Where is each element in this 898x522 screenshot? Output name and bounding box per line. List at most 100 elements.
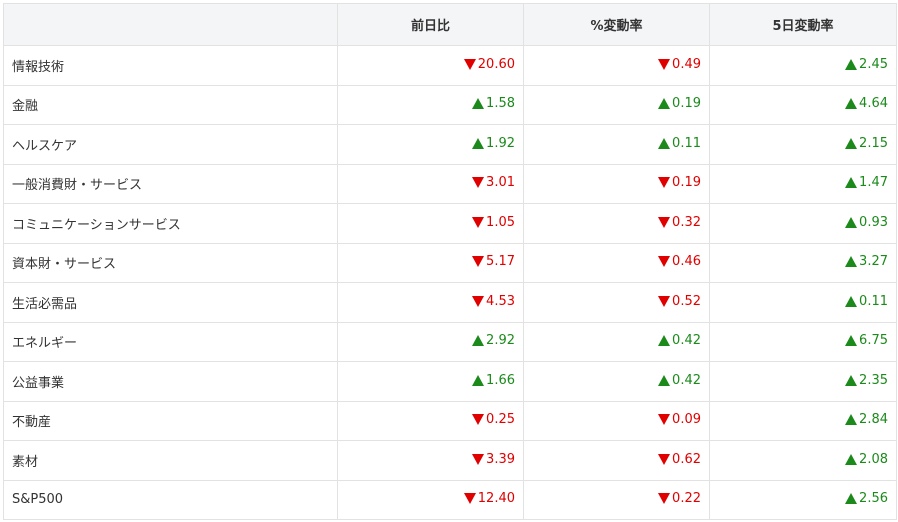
triangle-down-icon (658, 493, 671, 505)
triangle-up-icon (472, 374, 485, 386)
five-day-change-cell: 2.45 (709, 45, 897, 86)
change-number: 2.56 (859, 491, 888, 507)
table-body: 情報技術 20.60 0.49 2.45 金融 1.58 0.19 4.64 ヘルスケア 1.92… (3, 45, 897, 520)
triangle-up-icon (472, 98, 485, 110)
change-value: 3.39 (472, 452, 515, 467)
day-change-cell: 0.25 (337, 400, 524, 441)
change-value: 20.60 (463, 56, 515, 72)
header-row: 前日比 %変動率 5日変動率 (3, 3, 897, 46)
change-value: 1.92 (472, 136, 515, 151)
day-change-cell: 3.01 (337, 163, 524, 204)
change-value: 0.09 (658, 412, 701, 427)
change-value: 5.17 (472, 254, 515, 269)
five-day-change-cell: 3.27 (709, 242, 897, 283)
change-value: 2.08 (845, 452, 888, 467)
change-value: 0.11 (658, 136, 701, 151)
day-change-cell: 1.66 (337, 361, 524, 402)
change-number: 1.58 (486, 96, 515, 112)
day-change-cell: 12.40 (337, 479, 524, 520)
change-value: 0.19 (658, 175, 701, 190)
change-number: 0.19 (672, 175, 701, 191)
change-value: 2.56 (845, 491, 888, 506)
triangle-up-icon (658, 137, 671, 149)
change-value: 2.45 (845, 57, 888, 72)
table-row: ヘルスケア 1.92 0.11 2.15 (3, 124, 897, 165)
five-day-change-cell: 6.75 (709, 321, 897, 362)
triangle-up-icon (658, 335, 671, 347)
day-change-cell: 2.92 (337, 321, 524, 362)
change-number: 0.11 (859, 293, 888, 309)
five-day-change-cell: 0.93 (709, 203, 897, 244)
triangle-down-icon (472, 216, 485, 228)
five-day-change-cell: 2.08 (709, 440, 897, 481)
triangle-up-icon (845, 295, 858, 307)
day-change-cell: 5.17 (337, 242, 524, 283)
percent-change-cell: 0.42 (523, 361, 710, 402)
change-value: 3.27 (845, 254, 888, 269)
triangle-down-icon (658, 177, 671, 189)
sector-name: 金融 (3, 84, 338, 125)
change-value: 0.11 (845, 294, 888, 309)
sector-name: 素材 (3, 440, 338, 481)
change-number: 5.17 (486, 254, 515, 270)
triangle-up-icon (845, 493, 858, 505)
change-number: 2.92 (486, 333, 515, 349)
percent-change-cell: 0.09 (523, 400, 710, 441)
change-value: 2.84 (845, 412, 888, 427)
percent-change-cell: 0.52 (523, 282, 710, 323)
sector-name: 公益事業 (3, 361, 338, 402)
change-number: 0.22 (672, 491, 701, 507)
triangle-down-icon (463, 58, 476, 70)
table-row: 情報技術 20.60 0.49 2.45 (3, 45, 897, 86)
change-number: 20.60 (477, 56, 515, 72)
percent-change-cell: 0.19 (523, 84, 710, 125)
table-row: 生活必需品 4.53 0.52 0.11 (3, 282, 897, 323)
triangle-up-icon (845, 374, 858, 386)
table-header: 前日比 %変動率 5日変動率 (3, 3, 897, 46)
change-value: 0.19 (658, 96, 701, 111)
change-value: 4.64 (845, 96, 888, 111)
five-day-change-cell: 2.56 (709, 479, 897, 520)
change-value: 1.05 (472, 215, 515, 230)
triangle-down-icon (463, 493, 476, 505)
day-change-cell: 1.92 (337, 124, 524, 165)
change-value: 0.52 (658, 294, 701, 309)
triangle-up-icon (845, 216, 858, 228)
sector-name: ヘルスケア (3, 124, 338, 165)
day-change-cell: 3.39 (337, 440, 524, 481)
change-number: 3.01 (486, 175, 515, 191)
header-5day-change: 5日変動率 (709, 3, 897, 46)
day-change-cell: 1.05 (337, 203, 524, 244)
triangle-up-icon (845, 58, 858, 70)
triangle-down-icon (658, 414, 671, 426)
sector-name: 資本財・サービス (3, 242, 338, 283)
triangle-down-icon (658, 58, 671, 70)
change-number: 0.11 (672, 135, 701, 151)
triangle-down-icon (472, 453, 485, 465)
change-value: 2.35 (845, 373, 888, 388)
change-value: 0.32 (658, 215, 701, 230)
five-day-change-cell: 1.47 (709, 163, 897, 204)
sector-name: コミュニケーションサービス (3, 203, 338, 244)
change-number: 2.45 (859, 56, 888, 72)
sector-name: 不動産 (3, 400, 338, 441)
triangle-up-icon (845, 414, 858, 426)
change-number: 2.35 (859, 372, 888, 388)
change-value: 12.40 (463, 491, 515, 506)
percent-change-cell: 0.49 (523, 45, 710, 86)
five-day-change-cell: 2.35 (709, 361, 897, 402)
change-value: 0.62 (658, 452, 701, 467)
sector-name: 情報技術 (3, 45, 338, 86)
table-row: コミュニケーションサービス 1.05 0.32 0.93 (3, 203, 897, 244)
percent-change-cell: 0.19 (523, 163, 710, 204)
change-number: 4.53 (486, 293, 515, 309)
triangle-down-icon (658, 295, 671, 307)
triangle-down-icon (472, 414, 485, 426)
triangle-down-icon (472, 177, 485, 189)
change-value: 3.01 (472, 175, 515, 190)
percent-change-cell: 0.32 (523, 203, 710, 244)
change-number: 0.42 (672, 333, 701, 349)
triangle-up-icon (658, 98, 671, 110)
change-number: 0.32 (672, 214, 701, 230)
table-row: エネルギー 2.92 0.42 6.75 (3, 321, 897, 362)
